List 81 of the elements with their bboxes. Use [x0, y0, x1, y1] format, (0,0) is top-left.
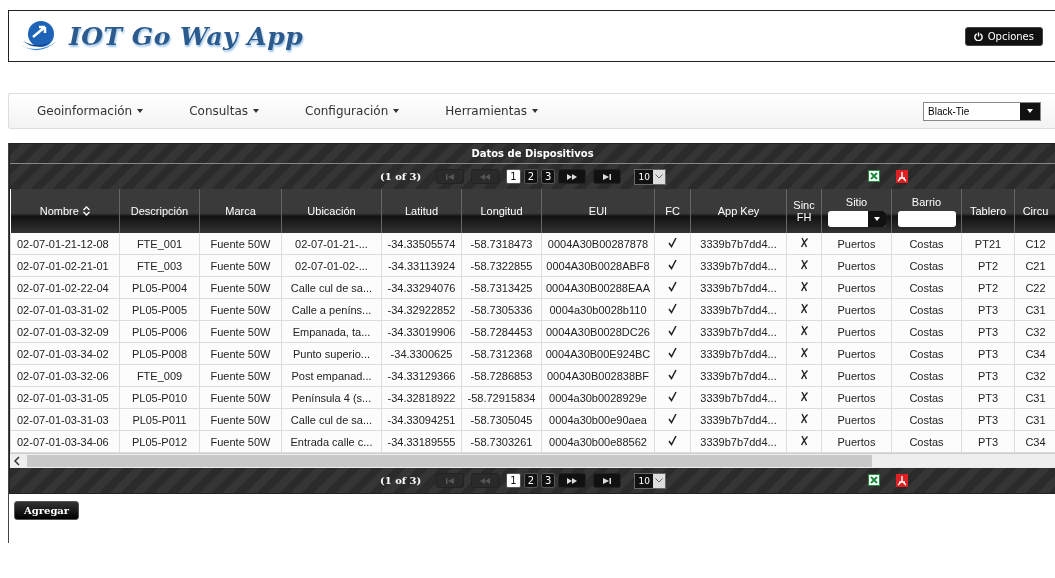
- table-cell: 02-07-01-03-32-09: [10, 320, 120, 343]
- table-title: Datos de Dispositivos: [10, 144, 1055, 164]
- menu-item[interactable]: Herramientas: [435, 100, 549, 122]
- column-header: Marca: [199, 189, 282, 233]
- caret-icon: [137, 109, 144, 113]
- table-cell: Fuente 50W: [199, 233, 282, 255]
- column-header: Tablero: [961, 189, 1015, 233]
- column-header: Descripción: [119, 189, 200, 233]
- last-page-icon: [601, 476, 614, 485]
- menu-item[interactable]: Configuración: [295, 100, 410, 122]
- previous-page-icon: [479, 172, 492, 181]
- page-size-select[interactable]: 10: [634, 168, 666, 185]
- page-button[interactable]: 3: [541, 473, 556, 488]
- page-status: (1 of 3): [380, 171, 422, 182]
- column-header: Ubicación: [281, 189, 382, 233]
- column-header: FC: [654, 189, 691, 233]
- chevron-icon: [654, 174, 663, 179]
- table-cell: 02-07-01-03-31-02: [10, 298, 120, 321]
- next-page-icon: [566, 476, 579, 485]
- spreadsheet-icon[interactable]: [868, 170, 880, 182]
- horizontal-scrollbar[interactable]: [10, 453, 1055, 468]
- pager-last-button[interactable]: [593, 169, 622, 184]
- options-button[interactable]: Opciones: [964, 26, 1043, 46]
- menu-item[interactable]: Consultas: [179, 100, 269, 122]
- previous-page-icon: [479, 476, 492, 485]
- column-header: Barrio: [891, 189, 962, 233]
- page-size-select[interactable]: 10: [634, 472, 666, 489]
- first-page-icon: [444, 172, 457, 181]
- table-cell: 02-07-01-02-21-01: [10, 254, 120, 277]
- first-page-icon: [444, 476, 457, 485]
- chevron-icon: [654, 478, 663, 483]
- table-cell: 02-07-01-03-31-03: [10, 408, 120, 431]
- column-header: Circu: [1014, 189, 1055, 233]
- column-header: Sitio: [821, 189, 892, 233]
- table-cell: 02-07-01-03-32-06: [10, 364, 120, 387]
- page-button[interactable]: 2: [523, 473, 539, 488]
- table-cell: 02-07-01-03-31-05: [10, 386, 120, 409]
- table-cell: 3339b7b7dd4...: [690, 233, 787, 255]
- column-header: Longitud: [461, 189, 542, 233]
- caret-icon: [532, 109, 539, 113]
- pager-last-button[interactable]: [593, 473, 622, 488]
- table-cell: 02-07-01-03-34-02: [10, 342, 120, 365]
- table-cell: -34.33505574: [381, 233, 462, 255]
- pdf-icon[interactable]: [896, 474, 908, 487]
- column-header: Latitud: [381, 189, 462, 233]
- column-header: EUI: [541, 189, 655, 233]
- pager-next-button[interactable]: [558, 473, 587, 488]
- column-header: App Key: [690, 189, 787, 233]
- caret-icon: [393, 109, 400, 113]
- column-header[interactable]: Nombre: [10, 189, 120, 233]
- table-cell: Costas: [891, 233, 962, 255]
- table-cell: FTE_001: [119, 233, 200, 255]
- table-cell: 02-07-01-03-34-06: [10, 430, 120, 453]
- power-icon: [973, 31, 983, 41]
- last-page-icon: [601, 172, 614, 181]
- page-button[interactable]: 1: [506, 169, 521, 184]
- column-header: Sinc FH: [786, 189, 822, 233]
- table-cell: 0004A30B00287878: [541, 233, 655, 255]
- theme-select[interactable]: Black-Tie: [923, 101, 1041, 121]
- table-cell: 02-07-01-21-12-08: [10, 233, 120, 255]
- table-cell: Puertos: [821, 233, 892, 255]
- filter-input[interactable]: [897, 210, 956, 227]
- menu-item[interactable]: Geoinformación: [27, 100, 154, 122]
- caret-icon: [1027, 109, 1033, 113]
- page-status: (1 of 3): [380, 475, 422, 486]
- app-title: IOT Go Way App: [69, 21, 304, 51]
- page-button[interactable]: 1: [506, 473, 521, 488]
- pager-next-button[interactable]: [558, 169, 587, 184]
- page-button[interactable]: 2: [523, 169, 539, 184]
- page-button[interactable]: 3: [541, 169, 556, 184]
- pdf-icon[interactable]: [896, 170, 908, 183]
- add-button[interactable]: Agregar: [14, 501, 80, 520]
- table-cell: -58.7318473: [461, 233, 542, 255]
- filter-select[interactable]: [827, 210, 886, 227]
- table-cell: C12: [1014, 233, 1055, 255]
- table-cell: PT21: [961, 233, 1015, 255]
- table-cell: 02-07-01-02-22-04: [10, 276, 120, 299]
- table-cell: 02-07-01-21-...: [281, 233, 382, 255]
- next-page-icon: [566, 172, 579, 181]
- caret-icon: [253, 109, 259, 113]
- spreadsheet-icon[interactable]: [868, 474, 880, 486]
